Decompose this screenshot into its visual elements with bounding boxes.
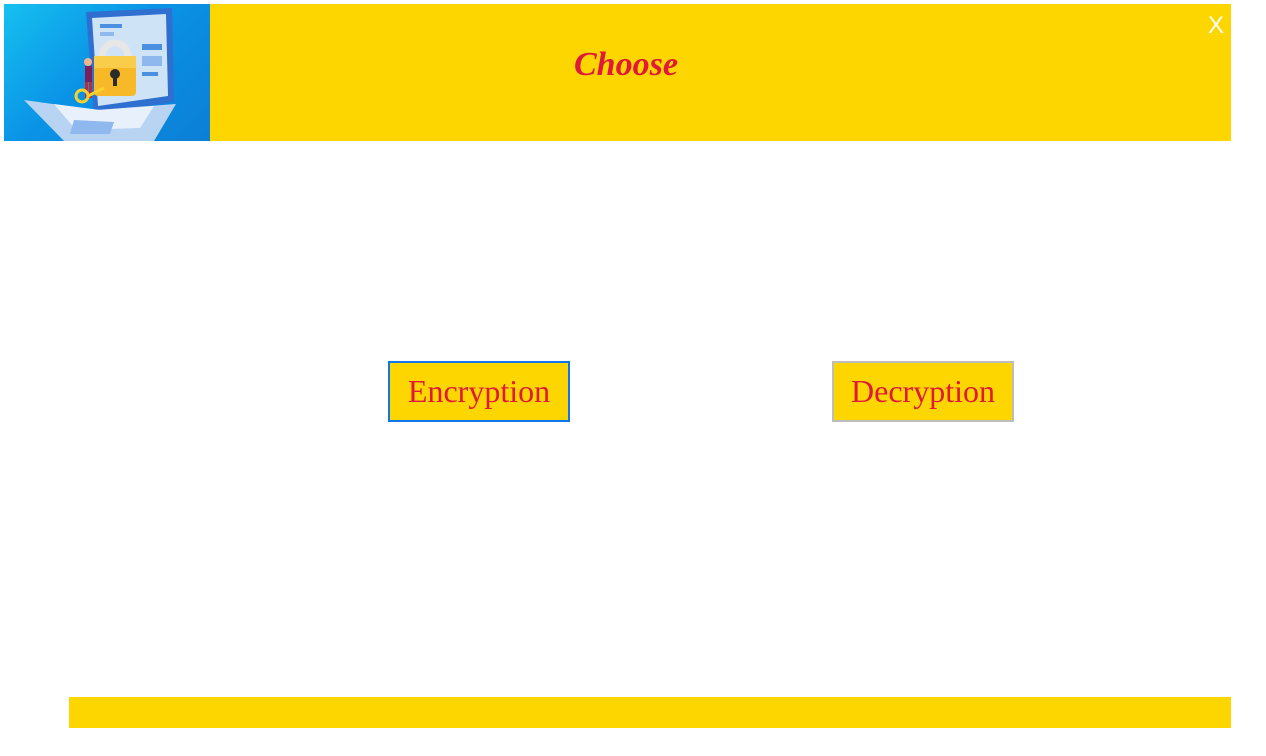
encryption-button[interactable]: Encryption <box>388 361 570 422</box>
security-illustration-icon <box>24 8 176 141</box>
app-window: Choose X Encryption Decryption <box>0 0 1266 756</box>
close-button[interactable]: X <box>1202 12 1230 40</box>
header-bar: Choose X <box>4 4 1231 141</box>
laptop-padlock-illustration <box>4 4 210 141</box>
decryption-button[interactable]: Decryption <box>832 361 1014 422</box>
page-title: Choose <box>574 46 678 83</box>
footer-bar <box>69 697 1231 728</box>
